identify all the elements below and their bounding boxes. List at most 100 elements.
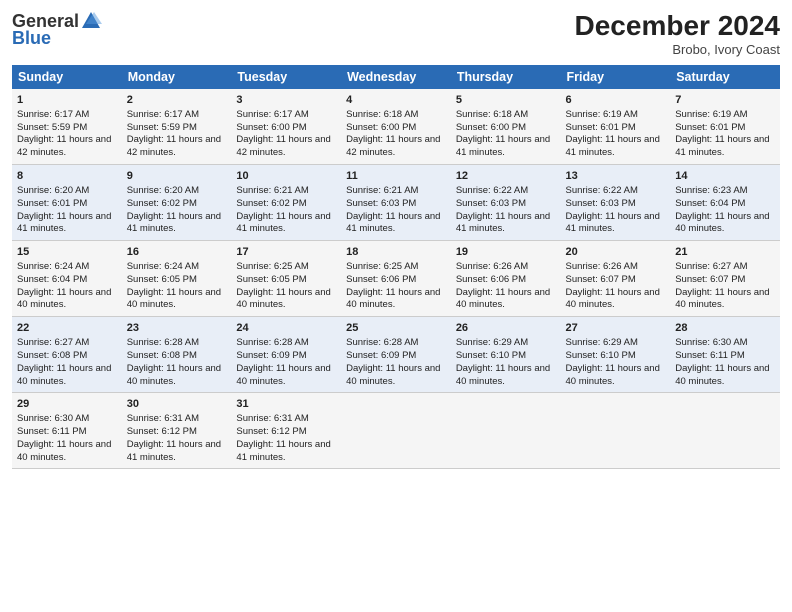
sunset-text: Sunset: 6:01 PM — [675, 122, 745, 133]
sunrise-text: Sunrise: 6:22 AM — [566, 185, 638, 196]
day-number: 4 — [346, 93, 446, 108]
sunrise-text: Sunrise: 6:26 AM — [566, 261, 638, 272]
sunrise-text: Sunrise: 6:23 AM — [675, 185, 747, 196]
sunrise-text: Sunrise: 6:29 AM — [566, 337, 638, 348]
day-number: 16 — [127, 245, 227, 260]
sunrise-text: Sunrise: 6:19 AM — [566, 109, 638, 120]
sunset-text: Sunset: 5:59 PM — [127, 122, 197, 133]
daylight-text: Daylight: 11 hours and 41 minutes. — [346, 211, 440, 235]
sunset-text: Sunset: 6:11 PM — [17, 426, 87, 437]
sunset-text: Sunset: 6:03 PM — [346, 198, 416, 209]
daylight-text: Daylight: 11 hours and 42 minutes. — [17, 134, 111, 158]
calendar-cell: 13Sunrise: 6:22 AMSunset: 6:03 PMDayligh… — [561, 165, 671, 241]
daylight-text: Daylight: 11 hours and 41 minutes. — [17, 211, 111, 235]
calendar-cell: 4Sunrise: 6:18 AMSunset: 6:00 PMDaylight… — [341, 89, 451, 165]
day-number: 17 — [236, 245, 336, 260]
calendar-cell: 18Sunrise: 6:25 AMSunset: 6:06 PMDayligh… — [341, 241, 451, 317]
calendar-cell: 9Sunrise: 6:20 AMSunset: 6:02 PMDaylight… — [122, 165, 232, 241]
calendar-cell: 21Sunrise: 6:27 AMSunset: 6:07 PMDayligh… — [670, 241, 780, 317]
daylight-text: Daylight: 11 hours and 40 minutes. — [346, 287, 440, 311]
sunrise-text: Sunrise: 6:27 AM — [17, 337, 89, 348]
sunrise-text: Sunrise: 6:21 AM — [346, 185, 418, 196]
sunset-text: Sunset: 6:06 PM — [456, 274, 526, 285]
sunset-text: Sunset: 6:09 PM — [346, 350, 416, 361]
daylight-text: Daylight: 11 hours and 41 minutes. — [675, 134, 769, 158]
calendar-cell: 8Sunrise: 6:20 AMSunset: 6:01 PMDaylight… — [12, 165, 122, 241]
header-row: SundayMondayTuesdayWednesdayThursdayFrid… — [12, 65, 780, 89]
page-container: General Blue December 2024 Brobo, Ivory … — [0, 0, 792, 477]
day-number: 28 — [675, 321, 775, 336]
daylight-text: Daylight: 11 hours and 41 minutes. — [127, 211, 221, 235]
sunrise-text: Sunrise: 6:20 AM — [127, 185, 199, 196]
daylight-text: Daylight: 11 hours and 41 minutes. — [566, 211, 660, 235]
calendar-cell: 25Sunrise: 6:28 AMSunset: 6:09 PMDayligh… — [341, 317, 451, 393]
day-number: 18 — [346, 245, 446, 260]
calendar-cell: 10Sunrise: 6:21 AMSunset: 6:02 PMDayligh… — [231, 165, 341, 241]
daylight-text: Daylight: 11 hours and 40 minutes. — [456, 363, 550, 387]
sunset-text: Sunset: 6:03 PM — [456, 198, 526, 209]
calendar-cell: 14Sunrise: 6:23 AMSunset: 6:04 PMDayligh… — [670, 165, 780, 241]
sunset-text: Sunset: 6:00 PM — [456, 122, 526, 133]
sunrise-text: Sunrise: 6:31 AM — [236, 413, 308, 424]
calendar-cell: 2Sunrise: 6:17 AMSunset: 5:59 PMDaylight… — [122, 89, 232, 165]
day-number: 26 — [456, 321, 556, 336]
day-header-monday: Monday — [122, 65, 232, 89]
calendar-cell: 27Sunrise: 6:29 AMSunset: 6:10 PMDayligh… — [561, 317, 671, 393]
daylight-text: Daylight: 11 hours and 41 minutes. — [566, 134, 660, 158]
week-row-4: 22Sunrise: 6:27 AM Sunset: 6:08 PM Dayligh… — [12, 317, 780, 393]
location: Brobo, Ivory Coast — [575, 42, 780, 57]
sunset-text: Sunset: 6:10 PM — [456, 350, 526, 361]
day-number: 1 — [17, 93, 117, 108]
day-header-tuesday: Tuesday — [231, 65, 341, 89]
calendar-cell: 31Sunrise: 6:31 AMSunset: 6:12 PMDayligh… — [231, 393, 341, 469]
day-number: 19 — [456, 245, 556, 260]
day-number: 23 — [127, 321, 227, 336]
day-number: 29 — [17, 397, 117, 412]
day-header-friday: Friday — [561, 65, 671, 89]
logo: General Blue — [12, 10, 103, 49]
day-number: 7 — [675, 93, 775, 108]
daylight-text: Daylight: 11 hours and 40 minutes. — [675, 363, 769, 387]
sunrise-text: Sunrise: 6:21 AM — [236, 185, 308, 196]
calendar-cell: 7Sunrise: 6:19 AMSunset: 6:01 PMDaylight… — [670, 89, 780, 165]
title-area: December 2024 Brobo, Ivory Coast — [575, 10, 780, 57]
calendar-cell: 15Sunrise: 6:24 AMSunset: 6:04 PMDayligh… — [12, 241, 122, 317]
sunset-text: Sunset: 6:04 PM — [17, 274, 87, 285]
calendar-cell: 26Sunrise: 6:29 AMSunset: 6:10 PMDayligh… — [451, 317, 561, 393]
calendar-cell: 16Sunrise: 6:24 AMSunset: 6:05 PMDayligh… — [122, 241, 232, 317]
day-number: 14 — [675, 169, 775, 184]
sunrise-text: Sunrise: 6:27 AM — [675, 261, 747, 272]
daylight-text: Daylight: 11 hours and 40 minutes. — [675, 287, 769, 311]
day-number: 22 — [17, 321, 117, 336]
sunset-text: Sunset: 6:08 PM — [127, 350, 197, 361]
calendar-cell: 12Sunrise: 6:22 AMSunset: 6:03 PMDayligh… — [451, 165, 561, 241]
calendar-cell: 20Sunrise: 6:26 AMSunset: 6:07 PMDayligh… — [561, 241, 671, 317]
day-number: 31 — [236, 397, 336, 412]
daylight-text: Daylight: 11 hours and 40 minutes. — [127, 287, 221, 311]
sunset-text: Sunset: 5:59 PM — [17, 122, 87, 133]
week-row-3: 15 Sunrise: 6:24 AM Sunset: 6:04 PM Dayligh… — [12, 241, 780, 317]
day-number: 15 — [17, 245, 117, 260]
day-number: 5 — [456, 93, 556, 108]
sunrise-text: Sunrise: 6:25 AM — [236, 261, 308, 272]
day-number: 9 — [127, 169, 227, 184]
calendar-cell: 3Sunrise: 6:17 AMSunset: 6:00 PMDaylight… — [231, 89, 341, 165]
header: General Blue December 2024 Brobo, Ivory … — [12, 10, 780, 57]
day-number: 20 — [566, 245, 666, 260]
daylight-text: Daylight: 11 hours and 41 minutes. — [127, 439, 221, 463]
sunrise-text: Sunrise: 6:28 AM — [127, 337, 199, 348]
calendar-cell: 19Sunrise: 6:26 AMSunset: 6:06 PMDayligh… — [451, 241, 561, 317]
day-header-wednesday: Wednesday — [341, 65, 451, 89]
daylight-text: Daylight: 11 hours and 42 minutes. — [346, 134, 440, 158]
sunset-text: Sunset: 6:04 PM — [675, 198, 745, 209]
sunrise-text: Sunrise: 6:30 AM — [17, 413, 89, 424]
sunset-text: Sunset: 6:11 PM — [675, 350, 745, 361]
sunset-text: Sunset: 6:05 PM — [236, 274, 306, 285]
sunrise-text: Sunrise: 6:24 AM — [127, 261, 199, 272]
calendar-cell: 23Sunrise: 6:28 AMSunset: 6:08 PMDayligh… — [122, 317, 232, 393]
daylight-text: Daylight: 11 hours and 40 minutes. — [17, 363, 111, 387]
sunrise-text: Sunrise: 6:18 AM — [346, 109, 418, 120]
daylight-text: Daylight: 11 hours and 40 minutes. — [236, 363, 330, 387]
week-row-2: 8Sunrise: 6:20 AMSunset: 6:01 PMDaylight… — [12, 165, 780, 241]
calendar-cell: 5Sunrise: 6:18 AMSunset: 6:00 PMDaylight… — [451, 89, 561, 165]
